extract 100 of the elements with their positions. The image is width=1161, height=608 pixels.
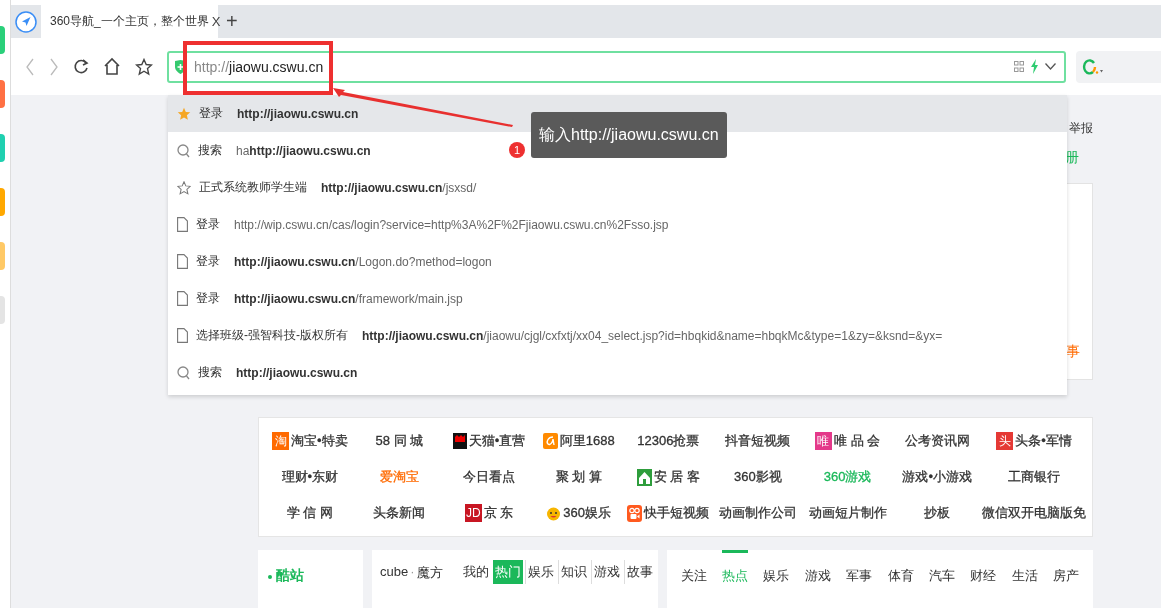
- category-tab[interactable]: 故事: [624, 560, 655, 584]
- site-link[interactable]: 动画制作公司: [718, 504, 797, 522]
- site-link[interactable]: 理财•东财: [281, 468, 339, 486]
- news-tab[interactable]: 体育: [887, 550, 914, 585]
- app-icon[interactable]: [0, 134, 5, 162]
- site-link[interactable]: 58 同 城: [375, 432, 424, 450]
- suggestion-label: 搜索: [198, 364, 222, 381]
- reload-icon[interactable]: [73, 57, 89, 76]
- site-link[interactable]: 动画短片制作: [808, 504, 887, 522]
- suggestion-item[interactable]: 搜索 hahttp://jiaowu.cswu.cn: [168, 132, 375, 169]
- camera-logo-icon: [627, 504, 643, 522]
- document-icon: [177, 291, 188, 306]
- callout-tooltip: 输入http://jiaowu.cswu.cn: [531, 112, 727, 158]
- address-text: http://jiaowu.cswu.cn: [194, 58, 324, 75]
- suggestion-item[interactable]: 登录 http://jiaowu.cswu.cn/framework/main.jsp: [168, 280, 467, 317]
- site-link[interactable]: 抄板: [924, 504, 951, 522]
- suggestion-url: http://wip.cswu.cn/cas/login?service=http%3A%2F%2Fjiaowu.cswu.cn%2Fsso.jsp: [234, 217, 669, 232]
- suggestion-label: 正式系统教师学生端: [199, 179, 307, 196]
- suggestion-label: 登录: [196, 253, 220, 270]
- close-tab-button[interactable]: X: [211, 14, 221, 29]
- back-icon[interactable]: [25, 57, 35, 76]
- category-tab[interactable]: 游戏: [591, 560, 622, 584]
- site-link[interactable]: 安 居 客: [653, 468, 700, 486]
- news-tab[interactable]: 汽车: [929, 550, 956, 585]
- suggestion-url: http://jiaowu.cswu.cn/jiaowu/cjgl/cxfxtj/xx04_select.jsp?id=hbqkid&name=hbqkMc&type=1&zy=&ksnd=&yx=: [362, 328, 943, 343]
- site-link[interactable]: 头条新闻: [373, 504, 426, 522]
- category-tab[interactable]: 娱乐: [525, 560, 556, 584]
- site-link[interactable]: 京 东: [483, 504, 514, 522]
- shield-icon: [175, 59, 186, 74]
- home-icon[interactable]: [103, 57, 121, 76]
- section-title: cube: [380, 563, 409, 579]
- suggestion-url: hahttp://jiaowu.cswu.cn: [236, 143, 371, 158]
- search-engine-box[interactable]: [1076, 50, 1161, 83]
- chevron-down-icon[interactable]: [1045, 63, 1056, 70]
- site-logo-icon: 头: [996, 432, 1014, 450]
- suggestion-label: 登录: [196, 216, 220, 233]
- site-link[interactable]: 聚 划 算: [555, 468, 602, 486]
- forward-icon[interactable]: [49, 57, 59, 76]
- category-tab[interactable]: 我的: [461, 560, 491, 584]
- suggestion-label: 选择班级-强智科技-版权所有: [196, 327, 348, 344]
- site-link[interactable]: 学 信 网: [286, 504, 333, 522]
- site-logo-icon: 唯: [814, 432, 832, 450]
- site-link[interactable]: 头条•军情: [1015, 432, 1072, 450]
- suggestion-url: http://jiaowu.cswu.cn: [237, 106, 359, 121]
- site-link[interactable]: 天猫•直营: [468, 432, 526, 450]
- news-tab[interactable]: 娱乐: [763, 550, 790, 585]
- suggestion-item[interactable]: 登录 http://jiaowu.cswu.cn: [168, 95, 363, 132]
- site-link[interactable]: 阿里1688: [559, 432, 615, 450]
- news-tab[interactable]: 房产: [1053, 550, 1080, 585]
- house-icon: [636, 468, 652, 486]
- site-link[interactable]: 360影视: [734, 468, 782, 486]
- lightning-icon[interactable]: [1030, 59, 1039, 74]
- app-icon[interactable]: [0, 26, 5, 54]
- search-icon: [177, 365, 190, 380]
- site-link[interactable]: 12306抢票: [637, 432, 700, 450]
- suggestion-item[interactable]: 正式系统教师学生端 http://jiaowu.cswu.cn/jsxsd/: [168, 169, 481, 206]
- site-link[interactable]: 工商银行: [1008, 468, 1060, 486]
- browser-tab[interactable]: 360导航_一个主页，整个世界 X: [41, 5, 218, 38]
- news-tab[interactable]: 生活: [1011, 550, 1038, 585]
- report-link[interactable]: 举报: [1069, 120, 1093, 137]
- app-icon[interactable]: [0, 80, 5, 108]
- site-logo-icon: JD: [464, 504, 482, 522]
- site-link[interactable]: 游戏•小游戏: [902, 468, 972, 486]
- site-link[interactable]: 公考资讯网: [904, 432, 970, 450]
- app-icon[interactable]: [0, 242, 5, 270]
- site-link[interactable]: 360娱乐: [563, 504, 612, 522]
- suggestion-item[interactable]: 登录 http://jiaowu.cswu.cn/Logon.do?method=logon: [168, 243, 496, 280]
- suggestion-url: http://jiaowu.cswu.cn/Logon.do?method=logon: [234, 254, 492, 269]
- app-icon[interactable]: [0, 188, 5, 216]
- section-title: 酷站: [276, 567, 304, 585]
- suggestion-label: 登录: [199, 105, 223, 122]
- suggestion-label: 登录: [196, 290, 220, 307]
- news-tab[interactable]: 财经: [970, 550, 997, 585]
- category-tab[interactable]: 知识: [558, 560, 589, 584]
- document-icon: [177, 328, 188, 343]
- site-link[interactable]: 今日看点: [463, 468, 516, 486]
- news-tab[interactable]: 关注: [680, 550, 707, 585]
- app-icon[interactable]: [0, 296, 5, 324]
- site-link[interactable]: 微信双开电脑版免: [982, 504, 1086, 522]
- address-bar[interactable]: http://jiaowu.cswu.cn: [167, 50, 1066, 83]
- separator-dot: ·: [410, 563, 415, 579]
- site-logo-icon: 淘: [272, 432, 290, 450]
- suggestion-item[interactable]: 选择班级-强智科技-版权所有 http://jiaowu.cswu.cn/jiaowu/cjgl/cxfxtj/xx04_select.jsp?id=hbqkid&name=hbqkMc&type=1&zy=&ksnd=&yx=: [168, 317, 947, 354]
- swirl-logo-icon: [542, 433, 558, 449]
- tab-title: 360导航_一个主页，整个世界: [50, 13, 209, 30]
- site-link[interactable]: 唯 品 会: [833, 432, 881, 450]
- suggestion-item[interactable]: 搜索 http://jiaowu.cswu.cn: [168, 354, 362, 391]
- news-tab[interactable]: 军事: [846, 550, 873, 585]
- star-icon: [177, 106, 191, 121]
- site-link[interactable]: 淘宝•特卖: [291, 432, 348, 450]
- search-engine-logo-icon: [1082, 58, 1104, 75]
- suggestion-url: http://jiaowu.cswu.cn/jsxsd/: [321, 180, 477, 195]
- star-icon[interactable]: [135, 57, 153, 76]
- site-link[interactable]: 快手短视频: [644, 504, 710, 522]
- suggestion-url: http://jiaowu.cswu.cn: [236, 365, 358, 380]
- suggestion-item[interactable]: 登录 http://wip.cswu.cn/cas/login?service=http%3A%2F%2Fjiaowu.cswu.cn%2Fsso.jsp: [168, 206, 673, 243]
- bullet-icon: [268, 575, 272, 579]
- news-tab[interactable]: 游戏: [804, 550, 831, 585]
- qr-code-icon[interactable]: [1014, 61, 1024, 72]
- site-link[interactable]: 抖音短视频: [725, 432, 791, 450]
